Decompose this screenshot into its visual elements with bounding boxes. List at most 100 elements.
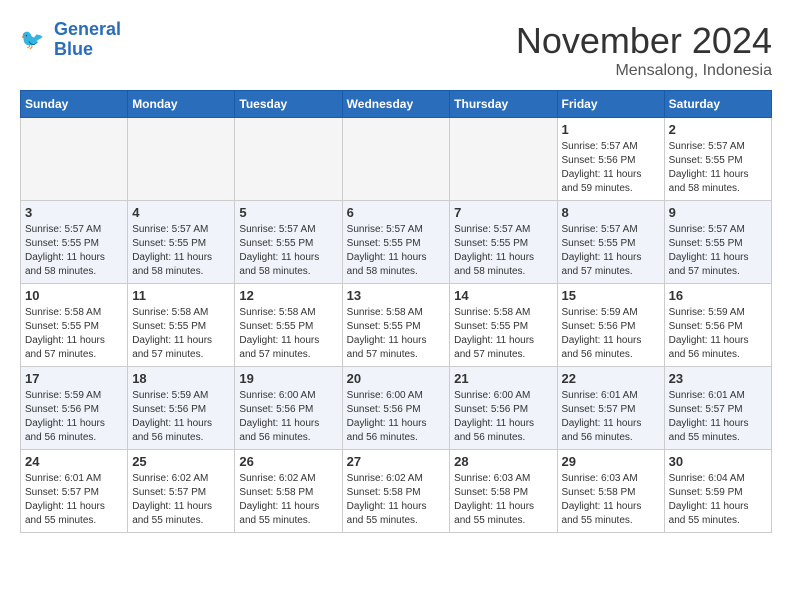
day-info: Sunrise: 6:00 AM Sunset: 5:56 PM Dayligh…	[347, 389, 446, 445]
calendar-cell: 3 Sunrise: 5:57 AM Sunset: 5:55 PM Daylig…	[21, 201, 128, 284]
day-info: Sunrise: 6:00 AM Sunset: 5:56 PM Dayligh…	[454, 389, 552, 445]
calendar-cell: 27 Sunrise: 6:02 AM Sunset: 5:58 PM Dayli…	[342, 450, 450, 533]
day-info: Sunrise: 5:59 AM Sunset: 5:56 PM Dayligh…	[669, 306, 767, 362]
calendar-cell: 5 Sunrise: 5:57 AM Sunset: 5:55 PM Daylig…	[235, 201, 342, 284]
day-number: 29	[562, 454, 660, 469]
day-info: Sunrise: 6:00 AM Sunset: 5:56 PM Dayligh…	[239, 389, 337, 445]
day-info: Sunrise: 5:59 AM Sunset: 5:56 PM Dayligh…	[562, 306, 660, 362]
day-info: Sunrise: 5:59 AM Sunset: 5:56 PM Dayligh…	[132, 389, 230, 445]
calendar-cell: 18 Sunrise: 5:59 AM Sunset: 5:56 PM Dayli…	[128, 367, 235, 450]
weekday-header-wednesday: Wednesday	[342, 91, 450, 118]
calendar-cell	[342, 118, 450, 201]
day-number: 3	[25, 205, 123, 220]
calendar-cell: 17Sunrise: 5:59 AM Sunset: 5:56 PM Dayli…	[21, 367, 128, 450]
calendar-cell: 1Sunrise: 5:57 AM Sunset: 5:56 PM Daylig…	[557, 118, 664, 201]
calendar-cell	[128, 118, 235, 201]
calendar-cell: 21 Sunrise: 6:00 AM Sunset: 5:56 PM Dayli…	[450, 367, 557, 450]
day-info: Sunrise: 5:57 AM Sunset: 5:55 PM Dayligh…	[132, 223, 230, 279]
day-info: Sunrise: 6:02 AM Sunset: 5:58 PM Dayligh…	[239, 472, 337, 528]
calendar-cell: 4 Sunrise: 5:57 AM Sunset: 5:55 PM Daylig…	[128, 201, 235, 284]
page-header: 🐦 GeneralBlue November 2024 Mensalong, I…	[20, 20, 772, 80]
weekday-header-tuesday: Tuesday	[235, 91, 342, 118]
day-info: Sunrise: 5:57 AM Sunset: 5:55 PM Dayligh…	[669, 140, 767, 196]
day-number: 21	[454, 371, 552, 386]
day-number: 7	[454, 205, 552, 220]
weekday-header-saturday: Saturday	[664, 91, 771, 118]
day-number: 6	[347, 205, 446, 220]
weekday-header-thursday: Thursday	[450, 91, 557, 118]
logo-text: GeneralBlue	[54, 20, 121, 60]
location-subtitle: Mensalong, Indonesia	[516, 62, 772, 80]
day-info: Sunrise: 6:01 AM Sunset: 5:57 PM Dayligh…	[669, 389, 767, 445]
day-number: 15	[562, 288, 660, 303]
calendar-cell	[21, 118, 128, 201]
day-info: Sunrise: 6:03 AM Sunset: 5:58 PM Dayligh…	[562, 472, 660, 528]
day-number: 25	[132, 454, 230, 469]
day-info: Sunrise: 5:58 AM Sunset: 5:55 PM Dayligh…	[239, 306, 337, 362]
calendar-cell: 23 Sunrise: 6:01 AM Sunset: 5:57 PM Dayli…	[664, 367, 771, 450]
calendar-table: SundayMondayTuesdayWednesdayThursdayFrid…	[20, 90, 772, 533]
day-info: Sunrise: 5:57 AM Sunset: 5:55 PM Dayligh…	[239, 223, 337, 279]
calendar-cell: 2 Sunrise: 5:57 AM Sunset: 5:55 PM Daylig…	[664, 118, 771, 201]
day-number: 23	[669, 371, 767, 386]
month-title: November 2024	[516, 20, 772, 62]
day-info: Sunrise: 6:04 AM Sunset: 5:59 PM Dayligh…	[669, 472, 767, 528]
day-number: 26	[239, 454, 337, 469]
calendar-cell: 7 Sunrise: 5:57 AM Sunset: 5:55 PM Daylig…	[450, 201, 557, 284]
day-number: 2	[669, 122, 767, 137]
day-number: 18	[132, 371, 230, 386]
day-number: 19	[239, 371, 337, 386]
weekday-header-sunday: Sunday	[21, 91, 128, 118]
day-info: Sunrise: 6:02 AM Sunset: 5:58 PM Dayligh…	[347, 472, 446, 528]
calendar-cell: 14 Sunrise: 5:58 AM Sunset: 5:55 PM Dayli…	[450, 284, 557, 367]
day-info: Sunrise: 5:57 AM Sunset: 5:55 PM Dayligh…	[669, 223, 767, 279]
day-number: 30	[669, 454, 767, 469]
day-number: 10	[25, 288, 123, 303]
calendar-cell: 10 Sunrise: 5:58 AM Sunset: 5:55 PM Dayli…	[21, 284, 128, 367]
day-info: Sunrise: 5:59 AM Sunset: 5:56 PM Dayligh…	[25, 389, 123, 445]
day-number: 5	[239, 205, 337, 220]
calendar-cell: 9Sunrise: 5:57 AM Sunset: 5:55 PM Daylig…	[664, 201, 771, 284]
calendar-cell: 25 Sunrise: 6:02 AM Sunset: 5:57 PM Dayli…	[128, 450, 235, 533]
calendar-week-row: 17Sunrise: 5:59 AM Sunset: 5:56 PM Dayli…	[21, 367, 772, 450]
calendar-cell: 19 Sunrise: 6:00 AM Sunset: 5:56 PM Dayli…	[235, 367, 342, 450]
calendar-cell	[450, 118, 557, 201]
day-info: Sunrise: 5:57 AM Sunset: 5:55 PM Dayligh…	[562, 223, 660, 279]
calendar-cell	[235, 118, 342, 201]
calendar-cell: 16 Sunrise: 5:59 AM Sunset: 5:56 PM Dayli…	[664, 284, 771, 367]
calendar-header-row: SundayMondayTuesdayWednesdayThursdayFrid…	[21, 91, 772, 118]
day-info: Sunrise: 5:57 AM Sunset: 5:55 PM Dayligh…	[25, 223, 123, 279]
day-number: 14	[454, 288, 552, 303]
day-number: 16	[669, 288, 767, 303]
calendar-cell: 15 Sunrise: 5:59 AM Sunset: 5:56 PM Dayli…	[557, 284, 664, 367]
day-info: Sunrise: 5:58 AM Sunset: 5:55 PM Dayligh…	[454, 306, 552, 362]
calendar-cell: 8 Sunrise: 5:57 AM Sunset: 5:55 PM Daylig…	[557, 201, 664, 284]
day-info: Sunrise: 6:02 AM Sunset: 5:57 PM Dayligh…	[132, 472, 230, 528]
weekday-header-monday: Monday	[128, 91, 235, 118]
calendar-cell: 29 Sunrise: 6:03 AM Sunset: 5:58 PM Dayli…	[557, 450, 664, 533]
day-number: 8	[562, 205, 660, 220]
day-info: Sunrise: 6:01 AM Sunset: 5:57 PM Dayligh…	[25, 472, 123, 528]
day-number: 27	[347, 454, 446, 469]
day-info: Sunrise: 5:58 AM Sunset: 5:55 PM Dayligh…	[25, 306, 123, 362]
title-block: November 2024 Mensalong, Indonesia	[516, 20, 772, 80]
day-info: Sunrise: 5:58 AM Sunset: 5:55 PM Dayligh…	[347, 306, 446, 362]
day-info: Sunrise: 5:57 AM Sunset: 5:55 PM Dayligh…	[454, 223, 552, 279]
calendar-week-row: 1Sunrise: 5:57 AM Sunset: 5:56 PM Daylig…	[21, 118, 772, 201]
day-info: Sunrise: 5:58 AM Sunset: 5:55 PM Dayligh…	[132, 306, 230, 362]
calendar-week-row: 3 Sunrise: 5:57 AM Sunset: 5:55 PM Daylig…	[21, 201, 772, 284]
calendar-cell: 6 Sunrise: 5:57 AM Sunset: 5:55 PM Daylig…	[342, 201, 450, 284]
day-number: 28	[454, 454, 552, 469]
logo-icon: 🐦	[20, 25, 50, 55]
calendar-cell: 28 Sunrise: 6:03 AM Sunset: 5:58 PM Dayli…	[450, 450, 557, 533]
logo: 🐦 GeneralBlue	[20, 20, 121, 60]
day-number: 20	[347, 371, 446, 386]
day-info: Sunrise: 5:57 AM Sunset: 5:55 PM Dayligh…	[347, 223, 446, 279]
day-info: Sunrise: 6:03 AM Sunset: 5:58 PM Dayligh…	[454, 472, 552, 528]
day-number: 11	[132, 288, 230, 303]
day-info: Sunrise: 6:01 AM Sunset: 5:57 PM Dayligh…	[562, 389, 660, 445]
day-number: 4	[132, 205, 230, 220]
calendar-cell: 24Sunrise: 6:01 AM Sunset: 5:57 PM Dayli…	[21, 450, 128, 533]
svg-text:🐦: 🐦	[20, 29, 44, 51]
day-number: 13	[347, 288, 446, 303]
